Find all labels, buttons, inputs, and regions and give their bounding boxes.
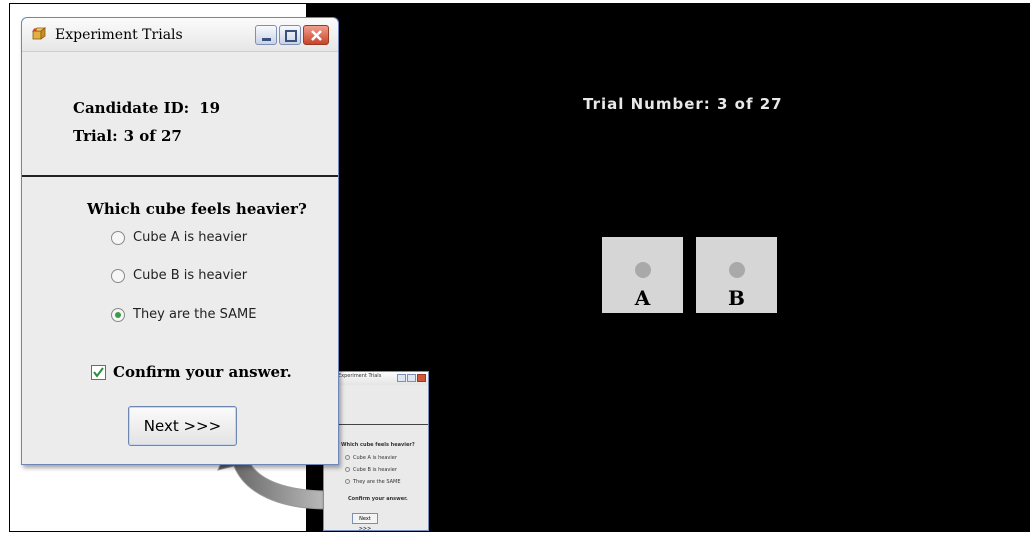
- info-panel: Candidate ID: 19 Trial: 3 of 27: [32, 51, 328, 175]
- thumbnail-question: Which cube feels heavier?: [341, 442, 415, 448]
- candidate-id-line: Candidate ID: 19: [73, 99, 220, 117]
- radio-selected-icon[interactable]: [111, 308, 125, 322]
- next-button[interactable]: Next >>>: [128, 406, 237, 446]
- checkmark-icon: [93, 367, 104, 378]
- thumbnail-titlebar: Experiment Trials: [324, 372, 428, 385]
- thumbnail-divider: [324, 424, 428, 425]
- option-label: They are the SAME: [133, 307, 257, 322]
- thumbnail-radio-icon: [345, 467, 350, 472]
- thumbnail-maximize-icon: [407, 374, 416, 382]
- thumbnail-radio-icon: [345, 455, 350, 460]
- figure-frame: Trial Number: 3 of 27 A B Experiment Tri…: [9, 3, 1030, 532]
- minimize-button[interactable]: [255, 25, 277, 45]
- maximize-icon: [285, 30, 297, 42]
- section-divider: [22, 175, 338, 177]
- thumbnail-option-same: They are the SAME: [353, 479, 401, 485]
- trial-label: Trial:: [73, 127, 118, 145]
- candidate-id-value: 19: [199, 99, 221, 117]
- window-titlebar[interactable]: Experiment Trials: [22, 18, 338, 52]
- app-icon: [32, 27, 47, 40]
- thumbnail-radio-icon: [345, 479, 350, 484]
- thumbnail-minimize-icon: [397, 374, 406, 382]
- minimize-icon: [262, 38, 271, 41]
- question-label: Which cube feels heavier?: [87, 200, 307, 218]
- radio-icon[interactable]: [111, 269, 125, 283]
- checkbox-icon[interactable]: [91, 365, 106, 380]
- thumbnail-confirm: Confirm your answer.: [348, 496, 408, 502]
- trial-line: Trial: 3 of 27: [73, 127, 182, 145]
- thumbnail-option-a: Cube A is heavier: [353, 455, 397, 461]
- radio-icon[interactable]: [111, 231, 125, 245]
- window-title: Experiment Trials: [55, 27, 183, 43]
- thumbnail-close-icon: [417, 374, 426, 382]
- trial-value: 3 of 27: [123, 127, 182, 145]
- option-label: Cube B is heavier: [133, 268, 248, 283]
- maximize-button[interactable]: [279, 25, 301, 45]
- close-button[interactable]: [303, 25, 329, 45]
- thumbnail-title: Experiment Trials: [338, 373, 382, 379]
- thumbnail-option-b: Cube B is heavier: [353, 467, 397, 473]
- thumbnail-next: Next >>>: [352, 513, 378, 530]
- option-label: Cube A is heavier: [133, 230, 248, 245]
- confirm-label: Confirm your answer.: [113, 363, 292, 381]
- experiment-trials-window: Experiment Trials Candidate ID: 19 Trial:…: [21, 17, 339, 465]
- close-icon: [311, 30, 322, 41]
- candidate-id-label: Candidate ID:: [73, 99, 190, 117]
